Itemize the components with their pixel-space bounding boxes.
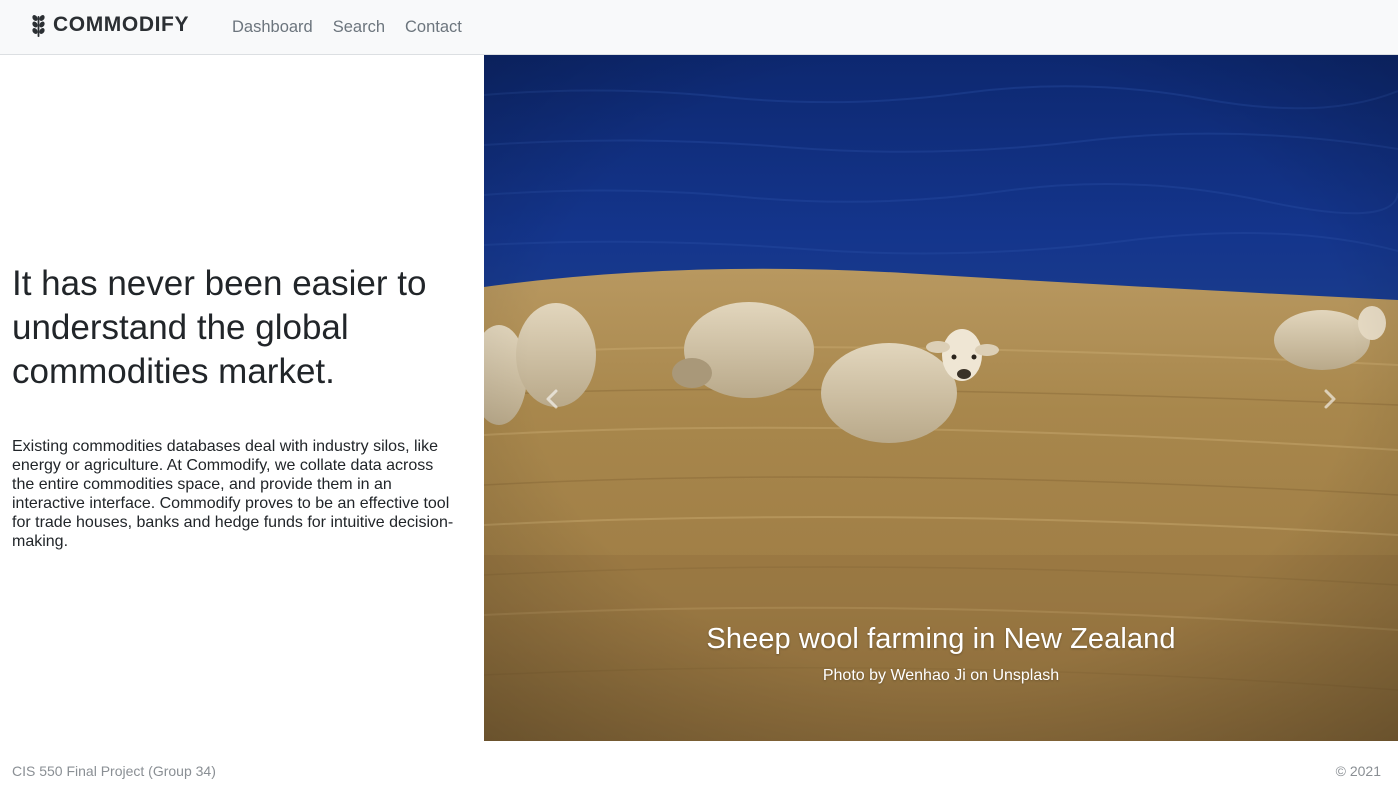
- carousel-caption-title: Sheep wool farming in New Zealand: [706, 623, 1176, 655]
- top-navbar: COMMODIFY Dashboard Search Contact: [0, 0, 1398, 55]
- brand-name: COMMODIFY: [53, 13, 190, 36]
- hero-description: Existing commodities databases deal with…: [12, 438, 454, 550]
- nav-link-search[interactable]: Search: [323, 18, 395, 37]
- nav-link-contact[interactable]: Contact: [395, 18, 472, 37]
- footer-project-label: CIS 550 Final Project (Group 34): [12, 763, 216, 779]
- nav-link-dashboard[interactable]: Dashboard: [222, 18, 323, 37]
- carousel-caption-credit: Photo by Wenhao Ji on Unsplash: [822, 667, 1060, 684]
- nav-links: Dashboard Search Contact: [222, 0, 472, 55]
- hero-headline: It has never been easier to understand t…: [12, 264, 427, 391]
- image-carousel: Sheep wool farming in New Zealand Photo …: [484, 55, 1398, 741]
- footer-copyright: © 2021: [1335, 763, 1381, 779]
- chevron-right-icon: [1324, 389, 1336, 409]
- wheat-icon: [32, 15, 45, 37]
- chevron-left-icon: [546, 389, 558, 409]
- brand-logo-link[interactable]: COMMODIFY: [30, 11, 189, 39]
- hero-text-panel: It has never been easier to understand t…: [0, 55, 484, 741]
